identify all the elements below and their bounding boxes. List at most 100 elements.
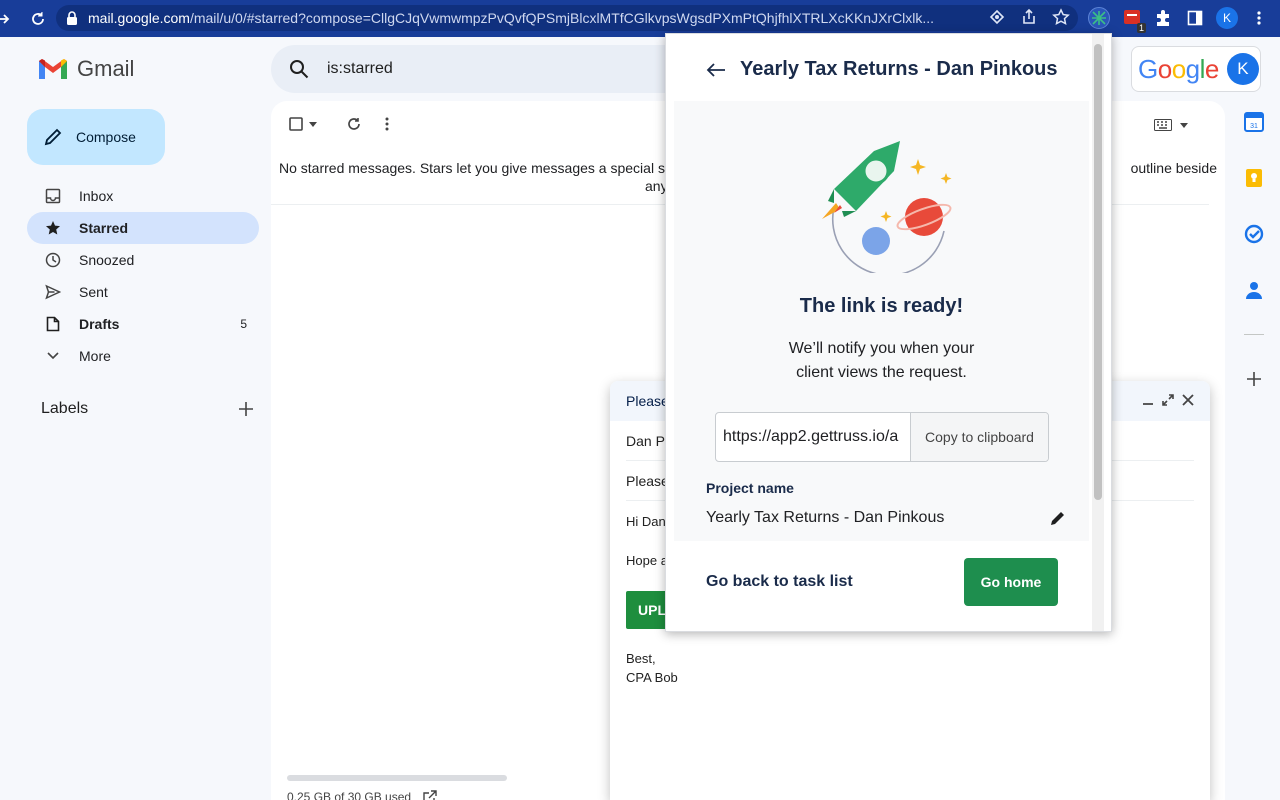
truss-popup: Yearly Tax Returns - Dan Pinkous The lin… (665, 33, 1112, 632)
nav-label: Starred (79, 220, 129, 236)
subject-value: Please (626, 472, 669, 489)
compose-button[interactable]: Compose (27, 109, 165, 165)
refresh-icon[interactable] (347, 117, 361, 131)
open-external-icon[interactable] (423, 790, 437, 800)
profile-avatar[interactable]: K (1216, 7, 1238, 29)
compose-label: Compose (76, 129, 136, 145)
nav-label: Drafts (79, 316, 120, 332)
contacts-icon[interactable] (1242, 278, 1266, 302)
nav-item-sent[interactable]: Sent (27, 276, 259, 308)
nav-item-snoozed[interactable]: Snoozed (27, 244, 259, 276)
browser-menu-icon[interactable] (1248, 7, 1270, 29)
project-name-row: Yearly Tax Returns - Dan Pinkous (706, 509, 1066, 527)
mail-nav: Inbox Starred Snoozed Sent Drafts 5 More (27, 180, 259, 372)
truss-extension-icon[interactable] (1088, 7, 1110, 29)
view-icon[interactable] (988, 8, 1006, 26)
draft-icon (43, 314, 63, 334)
extension-red-icon[interactable]: 1 (1122, 7, 1146, 33)
bookmark-star-icon[interactable] (1052, 8, 1070, 26)
clock-icon (43, 250, 63, 270)
share-link-field: https://app2.gettruss.io/a Copy to clipb… (715, 412, 1049, 462)
extensions-puzzle-icon[interactable] (1152, 7, 1174, 29)
side-apps: 31 (1236, 110, 1272, 423)
url-text: mail.google.com/mail/u/0/#starred?compos… (88, 10, 935, 26)
nav-label: Inbox (79, 188, 114, 204)
add-label-icon[interactable] (239, 402, 253, 416)
calendar-icon[interactable]: 31 (1242, 110, 1266, 134)
keep-icon[interactable] (1242, 166, 1266, 190)
browser-toolbar: mail.google.com/mail/u/0/#starred?compos… (0, 0, 1280, 37)
keyboard-icon[interactable] (1154, 119, 1188, 131)
tasks-icon[interactable] (1242, 222, 1266, 246)
side-panel-icon[interactable] (1184, 7, 1206, 29)
drafts-count: 5 (240, 317, 247, 331)
go-home-button[interactable]: Go home (964, 558, 1058, 606)
notify-line-1: We’ll notify you when your (788, 340, 975, 357)
gmail-m-icon (39, 59, 67, 79)
share-link-input[interactable]: https://app2.gettruss.io/a (716, 428, 910, 446)
popup-header: Yearly Tax Returns - Dan Pinkous (706, 58, 1058, 81)
account-avatar[interactable]: K (1226, 53, 1259, 85)
body-signature: CPA Bob (626, 670, 678, 685)
minimize-icon[interactable] (1142, 394, 1154, 406)
link-ready-heading: The link is ready! (799, 295, 964, 317)
svg-text:31: 31 (1250, 123, 1258, 130)
star-icon (43, 218, 63, 238)
empty-message-text: No starred messages. Stars let you give … (279, 160, 665, 176)
gmail-wordmark: Gmail (77, 56, 135, 81)
project-name-value: Yearly Tax Returns - Dan Pinkous (706, 509, 945, 526)
nav-item-starred[interactable]: Starred (27, 212, 259, 244)
nav-label: Snoozed (79, 252, 135, 268)
empty-message-text-right: outline beside (1130, 160, 1217, 176)
nav-item-drafts[interactable]: Drafts 5 (27, 308, 259, 340)
select-checkbox-icon[interactable] (289, 117, 317, 131)
search-bar[interactable]: is:starred (271, 45, 691, 93)
notify-line-2: client views the request. (796, 364, 967, 381)
extension-badge: 1 (1136, 23, 1146, 33)
body-greeting: Hi Dan (626, 514, 666, 529)
divider (1244, 334, 1264, 335)
google-account-widget[interactable]: Google K (1131, 46, 1261, 92)
labels-title: Labels (41, 400, 89, 417)
chevron-down-icon (43, 346, 63, 366)
popup-title: Yearly Tax Returns - Dan Pinkous (740, 58, 1058, 80)
lock-icon (66, 11, 80, 25)
fullscreen-icon[interactable] (1162, 394, 1174, 406)
forward-icon[interactable] (0, 9, 14, 29)
add-app-icon[interactable] (1242, 367, 1266, 391)
body-line: Hope a (626, 553, 668, 568)
close-icon[interactable] (1182, 394, 1194, 406)
list-toolbar (289, 117, 389, 131)
google-wordmark: Google (1138, 53, 1219, 84)
nav-label: Sent (79, 284, 108, 300)
rocket-illustration (822, 141, 952, 273)
nav-item-inbox[interactable]: Inbox (27, 180, 259, 212)
inbox-icon (43, 186, 63, 206)
go-back-to-task-list-link[interactable]: Go back to task list (706, 573, 853, 591)
send-icon (43, 282, 63, 302)
edit-pencil-icon[interactable] (1050, 510, 1066, 526)
nav-label: More (79, 348, 111, 364)
project-name-label: Project name (706, 480, 794, 496)
more-vert-icon[interactable] (385, 117, 389, 131)
body-closing: Best, (626, 651, 656, 666)
notify-text: We’ll notify you when your client views … (674, 337, 1089, 385)
search-input[interactable]: is:starred (327, 60, 393, 78)
to-value: Dan Pi (626, 432, 669, 449)
storage-progress (287, 775, 507, 781)
storage-info: 0.25 GB of 30 GB used (287, 790, 437, 800)
share-icon[interactable] (1020, 8, 1038, 26)
search-icon[interactable] (289, 59, 309, 79)
pencil-icon (44, 128, 62, 146)
reload-icon[interactable] (28, 9, 48, 29)
popup-card: The link is ready! We’ll notify you when… (674, 101, 1089, 541)
storage-text: 0.25 GB of 30 GB used (287, 790, 412, 800)
compose-title: Please (626, 393, 669, 409)
popup-scrollbar[interactable] (1094, 44, 1102, 500)
copy-to-clipboard-button[interactable]: Copy to clipboard (910, 413, 1048, 461)
nav-item-more[interactable]: More (27, 340, 259, 372)
back-arrow-icon[interactable] (706, 62, 726, 78)
gmail-logo[interactable]: Gmail (37, 56, 134, 82)
address-bar[interactable]: mail.google.com/mail/u/0/#starred?compos… (56, 5, 1078, 31)
labels-header: Labels (41, 400, 253, 418)
